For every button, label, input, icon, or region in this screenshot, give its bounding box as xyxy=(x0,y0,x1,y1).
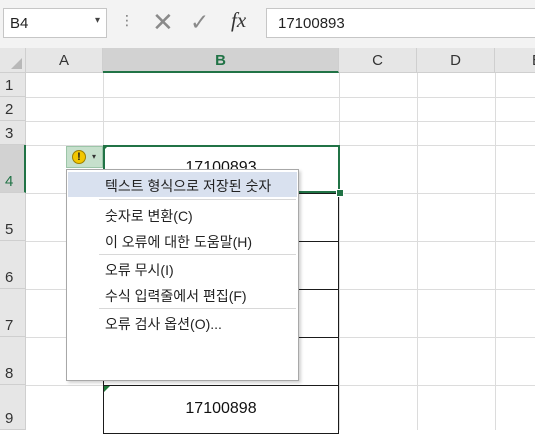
row-header-5[interactable]: 5 xyxy=(0,193,26,241)
chevron-down-icon: ▾ xyxy=(92,152,97,161)
cell-b9[interactable]: 17100898 xyxy=(103,385,339,434)
menu-separator xyxy=(99,254,296,255)
name-box[interactable]: B4 ▾ xyxy=(3,8,107,38)
menu-item-label: 오류 검사 옵션(O)... xyxy=(105,316,222,332)
row-header-8[interactable]: 8 xyxy=(0,337,26,385)
error-smart-tag-button[interactable]: ! ▾ xyxy=(66,146,103,168)
column-header-b[interactable]: B xyxy=(103,48,339,73)
column-header-a[interactable]: A xyxy=(26,48,103,73)
gridline xyxy=(495,73,496,430)
select-all-button[interactable] xyxy=(0,48,26,73)
cancel-icon[interactable]: ✕ xyxy=(152,7,174,38)
row-header-4[interactable]: 4 xyxy=(0,145,26,193)
menu-item-ignore-error[interactable]: 오류 무시(I) xyxy=(68,256,297,281)
cell-b9-value: 17100898 xyxy=(185,400,257,417)
enter-icon[interactable]: ✓ xyxy=(190,9,209,36)
error-indicator-icon xyxy=(104,386,110,392)
gridline xyxy=(26,97,535,98)
column-header-c[interactable]: C xyxy=(339,48,417,73)
menu-item-error-checking-options[interactable]: 오류 검사 옵션(O)... xyxy=(68,310,297,335)
formula-input[interactable]: 17100893 xyxy=(266,8,535,38)
row-header-1[interactable]: 1 xyxy=(0,73,26,97)
menu-item-label: 오류 무시(I) xyxy=(105,262,174,278)
name-box-dropdown-icon[interactable]: ▾ xyxy=(95,15,100,26)
worksheet-grid: A B C D E 1 2 3 4 5 6 7 8 9 17100893 171… xyxy=(0,48,535,434)
insert-function-icon[interactable]: fx xyxy=(231,8,246,33)
gridline xyxy=(339,73,340,430)
menu-item-help-on-error[interactable]: 이 오류에 대한 도움말(H) xyxy=(68,228,297,253)
column-header-d[interactable]: D xyxy=(417,48,495,73)
menu-header: 텍스트 형식으로 저장된 숫자 xyxy=(68,172,297,197)
formula-bar: B4 ▾ ⋮ ✕ ✓ fx 17100893 xyxy=(0,0,535,49)
error-options-menu: 텍스트 형식으로 저장된 숫자 숫자로 변환(C) 이 오류에 대한 도움말(H… xyxy=(66,169,299,381)
menu-separator xyxy=(99,199,296,200)
row-header-3[interactable]: 3 xyxy=(0,121,26,145)
menu-item-edit-in-formula-bar[interactable]: 수식 입력줄에서 편집(F) xyxy=(68,282,297,307)
row-header-9[interactable]: 9 xyxy=(0,385,26,430)
formula-text: 17100893 xyxy=(278,15,345,32)
row-header-2[interactable]: 2 xyxy=(0,97,26,121)
menu-item-convert-to-number[interactable]: 숫자로 변환(C) xyxy=(68,202,297,227)
menu-item-label: 이 오류에 대한 도움말(H) xyxy=(105,234,253,250)
gridline xyxy=(26,121,535,122)
menu-separator xyxy=(99,308,296,309)
menu-header-label: 텍스트 형식으로 저장된 숫자 xyxy=(105,178,272,194)
row-header-6[interactable]: 6 xyxy=(0,241,26,289)
gridline xyxy=(417,73,418,430)
row-header-7[interactable]: 7 xyxy=(0,289,26,337)
menu-item-label: 수식 입력줄에서 편집(F) xyxy=(105,288,247,304)
warning-icon: ! xyxy=(72,150,86,164)
formula-bar-grip-icon: ⋮ xyxy=(120,12,134,28)
column-header-e[interactable]: E xyxy=(495,48,535,73)
fill-handle[interactable] xyxy=(336,189,344,197)
name-box-value: B4 xyxy=(10,15,29,32)
menu-item-label: 숫자로 변환(C) xyxy=(105,208,193,224)
